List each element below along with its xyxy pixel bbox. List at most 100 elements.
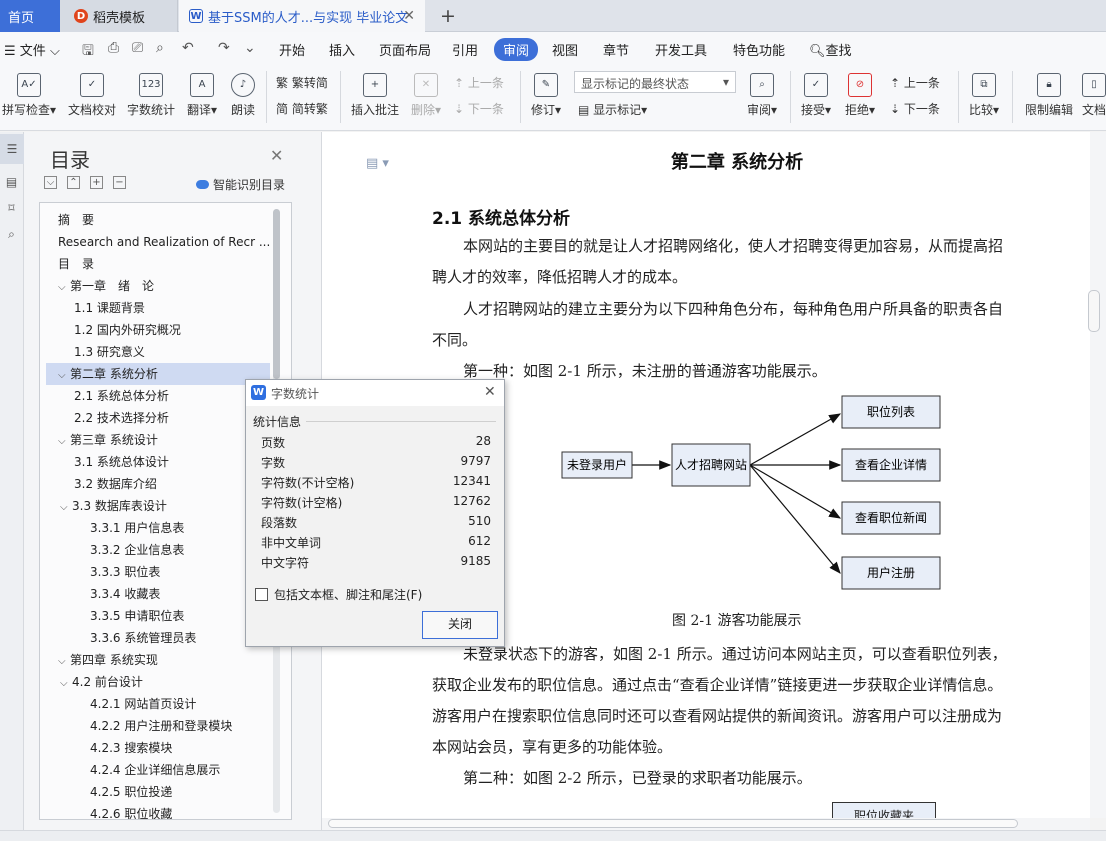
horizontal-scroll-thumb[interactable] [328, 819, 1018, 828]
toc-item[interactable]: 3.2 数据库介绍 [46, 473, 270, 495]
toc-item[interactable]: 1.1 课题背景 [46, 297, 270, 319]
toc-item[interactable]: ⌵ 第四章 系统实现 [46, 649, 270, 671]
insert-comment-button[interactable]: + 插入批注 [348, 73, 402, 118]
toc-item[interactable]: ⌵ 第一章 绪 论 [46, 275, 270, 297]
document-more-button[interactable]: ▯ 文档 [1082, 73, 1106, 118]
menu-search[interactable]: 🔍︎查找 [809, 40, 852, 59]
toc-item[interactable]: 3.3.3 职位表 [46, 561, 270, 583]
menu-view[interactable]: 视图 [552, 40, 578, 59]
tab-document[interactable]: W 基于SSM的人才...与实现 毕业论文 ✕ [179, 0, 425, 32]
menu-references[interactable]: 引用 [452, 40, 478, 59]
close-icon[interactable]: ✕ [270, 146, 283, 165]
menu-review[interactable]: 审阅 [494, 38, 539, 61]
translate-button[interactable]: A 翻译▾ [184, 73, 220, 118]
chevron-down-icon[interactable]: ⌵ [60, 497, 72, 517]
compare-button[interactable]: ⧉ 比较▾ [966, 73, 1002, 118]
close-icon[interactable]: ✕ [484, 384, 496, 400]
toc-item[interactable]: ⌵ 3.3 数据库表设计 [46, 495, 270, 517]
next-change-button[interactable]: ⇣ 下一条 [890, 100, 940, 117]
redo-icon[interactable]: ↷ [218, 40, 230, 56]
chevron-down-icon[interactable]: ⌵ [58, 365, 70, 385]
toc-scroll-thumb[interactable] [273, 209, 280, 379]
menu-developer[interactable]: 开发工具 [655, 40, 707, 59]
customize-toolbar-icon[interactable]: ⌄ [244, 40, 256, 56]
traditional-to-simplified-button[interactable]: 繁 繁转简 [276, 74, 328, 91]
chevron-down-icon[interactable]: ⌵ [60, 673, 72, 693]
review-pane-button[interactable]: ⌕ 审阅▾ [742, 73, 782, 118]
find-icon[interactable]: ⌕ [4, 226, 20, 242]
prev-comment-button[interactable]: ⇡ 上一条 [454, 74, 504, 91]
print-icon[interactable]: ⎚ [132, 40, 143, 56]
toc-item[interactable]: 4.2.6 职位收藏 [46, 803, 270, 819]
toc-item[interactable]: 4.2.5 职位投递 [46, 781, 270, 803]
close-tab-icon[interactable]: ✕ [403, 8, 415, 24]
menu-start[interactable]: 开始 [279, 40, 305, 59]
dialog-titlebar[interactable]: W 字数统计 ✕ [246, 380, 504, 406]
toc-item[interactable]: 1.2 国内外研究概况 [46, 319, 270, 341]
reject-button[interactable]: ⊘ 拒绝▾ [842, 73, 878, 118]
simplified-to-traditional-button[interactable]: 简 简转繁 [276, 100, 328, 117]
chevron-down-icon[interactable]: ⌵ [58, 277, 70, 297]
toc-item[interactable]: 4.2.3 搜索模块 [46, 737, 270, 759]
toc-item[interactable]: 4.2.4 企业详细信息展示 [46, 759, 270, 781]
toc-item[interactable]: 4.2.1 网站首页设计 [46, 693, 270, 715]
new-tab-icon[interactable]: + [440, 5, 456, 27]
export-icon[interactable]: ⎙ [108, 40, 119, 56]
toc-item[interactable]: 2.1 系统总体分析 [46, 385, 270, 407]
tab-home[interactable]: 首页 [0, 0, 60, 32]
file-menu[interactable]: ☰ 文件 ⌵ [4, 40, 60, 59]
toc-item[interactable]: 摘 要 [46, 209, 270, 231]
vertical-scrollbar[interactable] [1090, 132, 1106, 818]
toc-item[interactable]: 3.3.4 收藏表 [46, 583, 270, 605]
menu-insert[interactable]: 插入 [329, 40, 355, 59]
track-changes-button[interactable]: ✎ 修订▾ [526, 73, 566, 118]
add-heading-icon[interactable]: + [90, 176, 103, 189]
doc-proof-button[interactable]: ✓ 文档校对 [66, 73, 118, 118]
accept-button[interactable]: ✓ 接受▾ [798, 73, 834, 118]
undo-icon[interactable]: ↶ [182, 40, 194, 56]
collapse-icon[interactable]: ⌃ [67, 176, 80, 189]
toc-item[interactable]: 2.2 技术选择分析 [46, 407, 270, 429]
toc-item[interactable]: ⌵ 4.2 前台设计 [46, 671, 270, 693]
toc-item[interactable]: ⌵ 第二章 系统分析 [46, 363, 270, 385]
restrict-edit-button[interactable]: 🔒︎ 限制编辑 [1022, 73, 1076, 118]
show-markup-button[interactable]: ▤ 显示标记▾ [578, 101, 647, 118]
paragraph: 未登录状态下的游客，如图 2-1 所示。通过访问本网站主页，可以查看职位列表， [463, 645, 1007, 663]
toc-item[interactable]: 4.2.2 用户注册和登录模块 [46, 715, 270, 737]
toc-item[interactable]: 3.1 系统总体设计 [46, 451, 270, 473]
chevron-down-icon[interactable]: ⌵ [58, 651, 70, 671]
toc-list-icon[interactable]: ☰ [0, 134, 24, 164]
tab-docer-templates[interactable]: D 稻壳模板 [60, 0, 178, 32]
spellcheck-button[interactable]: A✓ 拼写检查▾ [0, 73, 58, 118]
toc-item[interactable]: 目 录 [46, 253, 270, 275]
checkbox-box[interactable] [255, 588, 268, 601]
save-icon[interactable]: 🖫 [82, 40, 94, 64]
next-comment-button[interactable]: ⇣ 下一条 [454, 100, 504, 117]
expand-icon[interactable]: ⌵ [44, 176, 57, 189]
markup-state-select[interactable]: 显示标记的最终状态 ▾ [574, 71, 736, 93]
toc-item[interactable]: 3.3.1 用户信息表 [46, 517, 270, 539]
vertical-scroll-thumb[interactable] [1088, 290, 1100, 332]
delete-comment-button[interactable]: ✕ 删除▾ [408, 73, 444, 118]
smart-toc-button[interactable]: 智能识别目录 [196, 176, 285, 193]
chapter-title: 第二章 系统分析 [670, 152, 804, 173]
word-count-button[interactable]: 123 字数统计 [125, 73, 177, 118]
close-button[interactable]: 关闭 [422, 611, 498, 639]
read-aloud-button[interactable]: ♪ 朗读 [228, 73, 258, 118]
toc-item[interactable]: 3.3.6 系统管理员表 [46, 627, 270, 649]
menu-page-layout[interactable]: 页面布局 [379, 40, 431, 59]
remove-heading-icon[interactable]: − [113, 176, 126, 189]
toc-item[interactable]: 1.3 研究意义 [46, 341, 270, 363]
toc-item[interactable]: Research and Realization of Recr ... [46, 231, 270, 253]
outline-icon[interactable]: ▤ [4, 174, 20, 190]
chevron-down-icon[interactable]: ⌵ [58, 431, 70, 451]
prev-change-button[interactable]: ⇡ 上一条 [890, 74, 940, 91]
toc-item[interactable]: 3.3.2 企业信息表 [46, 539, 270, 561]
toc-item[interactable]: ⌵ 第三章 系统设计 [46, 429, 270, 451]
bookmark-icon[interactable]: ⌑ [4, 200, 20, 216]
menu-special-features[interactable]: 特色功能 [733, 40, 785, 59]
toc-item[interactable]: 3.3.5 申请职位表 [46, 605, 270, 627]
menu-chapter[interactable]: 章节 [603, 40, 629, 59]
print-preview-icon[interactable]: ⌕ [156, 40, 164, 56]
include-textbox-checkbox[interactable]: 包括文本框、脚注和尾注(F) [255, 586, 422, 603]
